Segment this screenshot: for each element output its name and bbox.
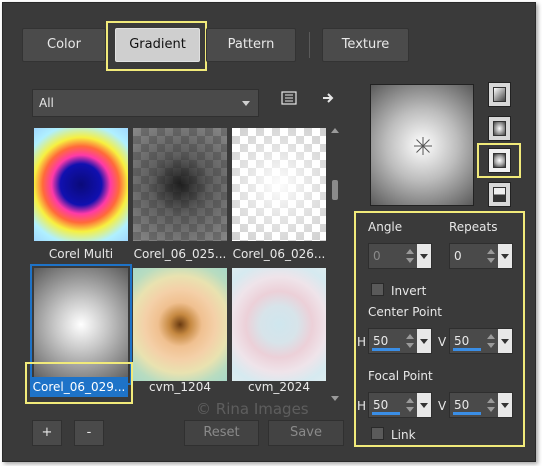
gradient-thumb-corel-06-025[interactable] xyxy=(133,128,227,241)
repeats-spinner[interactable]: 0 xyxy=(449,243,513,269)
value-bar xyxy=(372,412,400,415)
repeats-label: Repeats xyxy=(449,220,498,234)
gradient-overlay xyxy=(133,128,227,241)
gradient-thumb-corel-multi[interactable] xyxy=(34,128,128,241)
watermark: © Rina Images xyxy=(196,400,309,418)
dropdown-arrow-icon[interactable] xyxy=(417,393,431,417)
spin-arrows-icon[interactable] xyxy=(486,396,496,414)
dropdown-arrow-icon[interactable] xyxy=(417,244,431,268)
spin-arrows-icon[interactable] xyxy=(486,247,496,265)
gallery-scrollbar[interactable] xyxy=(330,127,340,402)
dropdown-arrow-icon[interactable] xyxy=(498,329,512,353)
gradient-preview-image xyxy=(133,268,227,381)
gradient-thumb-cvm-2024[interactable] xyxy=(232,268,326,381)
tab-highlight xyxy=(106,21,207,71)
conical-style-button[interactable] xyxy=(488,182,511,207)
radial-style-highlight xyxy=(477,143,521,178)
focal-h-label: H xyxy=(357,399,367,413)
invert-label: Invert xyxy=(391,284,427,298)
repeats-value: 0 xyxy=(454,249,462,263)
value-bar xyxy=(372,348,400,351)
dropdown-arrow-icon[interactable] xyxy=(498,393,512,417)
link-label: Link xyxy=(391,428,416,442)
chevron-down-icon xyxy=(242,101,250,106)
spin-arrows-icon[interactable] xyxy=(405,332,415,350)
angle-spinner[interactable]: 0 xyxy=(368,243,432,269)
focal-h-value: 50 xyxy=(373,398,389,412)
tab-texture[interactable]: Texture xyxy=(322,28,409,62)
tab-pattern[interactable]: Pattern xyxy=(206,28,296,62)
gradient-name: cvm_2024 xyxy=(248,380,310,394)
center-point-label: Center Point xyxy=(368,305,442,319)
rectangular-style-icon xyxy=(493,121,506,136)
remove-gradient-button[interactable]: - xyxy=(74,420,104,446)
gradient-thumb-corel-06-026[interactable] xyxy=(232,128,326,241)
gradient-preview[interactable] xyxy=(370,84,474,206)
angle-label: Angle xyxy=(368,220,403,234)
focal-v-value: 50 xyxy=(454,398,470,412)
category-dropdown-value: All xyxy=(39,96,54,110)
focal-v-label: V xyxy=(438,399,447,413)
tab-color[interactable]: Color xyxy=(22,28,106,62)
spin-arrows-icon[interactable] xyxy=(405,396,415,414)
rectangular-style-button[interactable] xyxy=(488,116,511,141)
focal-point-label: Focal Point xyxy=(368,369,433,383)
linear-style-button[interactable] xyxy=(488,82,511,107)
gradient-overlay xyxy=(232,128,326,241)
gradient-thumb-cvm-1204[interactable] xyxy=(133,268,227,381)
gradient-name: Corel_06_025... xyxy=(133,247,227,261)
angle-value: 0 xyxy=(373,249,381,263)
list-icon[interactable] xyxy=(278,90,300,112)
center-h-label: H xyxy=(357,335,367,349)
conical-style-icon xyxy=(493,187,506,202)
gradient-preview-image xyxy=(34,128,128,241)
center-v-label: V xyxy=(438,335,447,349)
linear-style-icon xyxy=(493,87,506,102)
dropdown-arrow-icon[interactable] xyxy=(498,244,512,268)
center-h-value: 50 xyxy=(373,334,389,348)
center-v-value: 50 xyxy=(454,334,470,348)
gradient-preview-image xyxy=(232,268,326,381)
save-button[interactable]: Save xyxy=(268,420,344,446)
spin-arrows-icon[interactable] xyxy=(486,332,496,350)
focal-h-spinner[interactable]: 50 xyxy=(368,392,432,418)
selected-gradient-highlight xyxy=(25,362,133,404)
center-point-icon[interactable] xyxy=(413,136,433,156)
gradient-name: cvm_1204 xyxy=(149,380,211,394)
scrollbar-thumb[interactable] xyxy=(332,180,338,200)
value-bar xyxy=(453,348,481,351)
reset-button[interactable]: Reset xyxy=(184,420,259,446)
center-h-spinner[interactable]: 50 xyxy=(368,328,432,354)
scroll-up-icon[interactable] xyxy=(331,128,339,133)
link-checkbox[interactable] xyxy=(371,427,384,440)
add-gradient-button[interactable]: + xyxy=(32,420,62,446)
invert-checkbox[interactable] xyxy=(371,283,384,296)
tab-separator xyxy=(309,32,310,58)
focal-v-spinner[interactable]: 50 xyxy=(449,392,513,418)
value-bar xyxy=(453,412,481,415)
scroll-down-icon[interactable] xyxy=(331,396,339,401)
category-dropdown[interactable]: All xyxy=(32,89,259,117)
spin-arrows-icon[interactable] xyxy=(405,247,415,265)
dropdown-arrow-icon[interactable] xyxy=(417,329,431,353)
center-v-spinner[interactable]: 50 xyxy=(449,328,513,354)
gradient-name: Corel_06_026... xyxy=(232,247,326,261)
arrow-right-icon[interactable] xyxy=(318,90,340,112)
gradient-name: Corel Multi xyxy=(48,247,114,261)
